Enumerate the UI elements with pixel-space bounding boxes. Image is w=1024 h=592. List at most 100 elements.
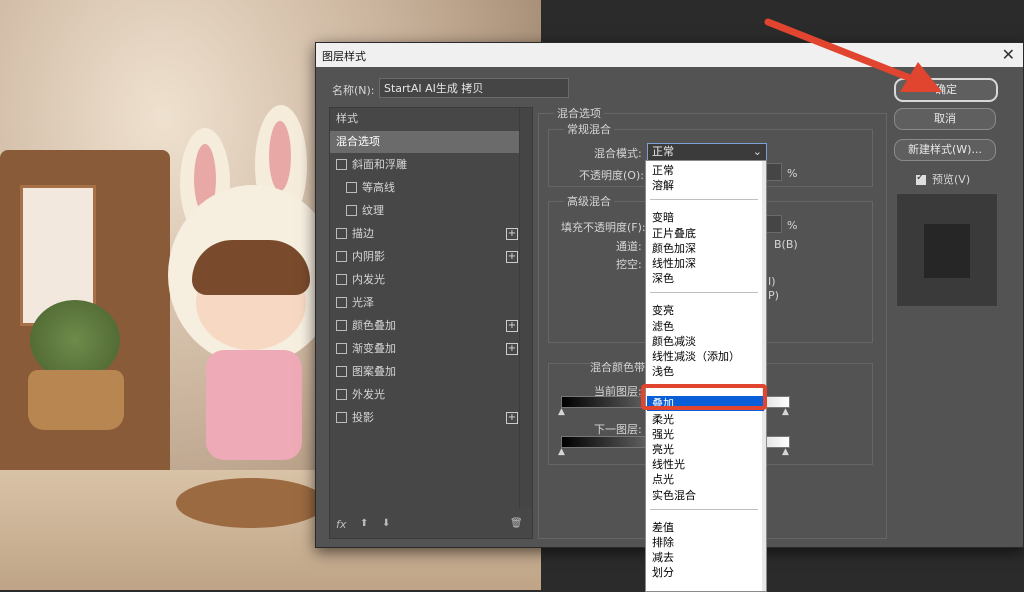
style-item[interactable]: 混合选项	[330, 131, 522, 153]
style-item[interactable]: 等高线	[330, 177, 530, 199]
blend-mode-option[interactable]: 深色	[652, 271, 762, 286]
underlying-right-slider[interactable]: ▲	[782, 447, 789, 457]
style-item-checkbox[interactable]	[336, 250, 347, 262]
style-item-label: 内发光	[352, 273, 385, 286]
add-effect-icon[interactable]: +	[506, 320, 518, 332]
style-item[interactable]: 内阴影 +	[330, 246, 520, 268]
fx-icon[interactable]: fx	[336, 518, 346, 531]
add-effect-icon[interactable]: +	[506, 412, 518, 424]
plant-shape	[30, 300, 120, 380]
checkbox-checked-icon[interactable]	[916, 172, 926, 185]
option-fragment-2: P)	[768, 289, 779, 302]
blend-mode-option[interactable]: 差值	[652, 520, 762, 535]
style-item-checkbox[interactable]	[336, 319, 347, 331]
add-effect-icon[interactable]: +	[506, 251, 518, 263]
name-label: 名称(N):	[332, 84, 375, 97]
style-item-label: 颜色叠加	[352, 319, 396, 332]
dialog-title: 图层样式	[322, 50, 366, 63]
style-preview-thumbnail	[896, 193, 998, 307]
style-item-checkbox[interactable]	[336, 227, 347, 239]
blend-mode-option[interactable]: 滤色	[652, 319, 762, 334]
blend-mode-option[interactable]: 线性减淡（添加）	[652, 349, 762, 364]
option-fragment-1: I)	[768, 275, 776, 288]
fill-opacity-input[interactable]	[766, 215, 782, 233]
underlying-left-slider[interactable]: ▲	[558, 447, 565, 457]
blend-mode-option[interactable]: 正片叠底	[652, 226, 762, 241]
opacity-input[interactable]	[766, 163, 782, 181]
underlying-layer-label: 下一图层:	[594, 423, 642, 436]
style-item-checkbox[interactable]	[336, 342, 347, 354]
style-item-checkbox[interactable]	[336, 388, 347, 400]
style-list-header[interactable]: 样式	[330, 108, 524, 130]
blend-mode-option[interactable]: 强光	[652, 427, 762, 442]
this-layer-right-slider[interactable]: ▲	[782, 407, 789, 417]
style-item[interactable]: 图案叠加	[330, 361, 520, 383]
blend-mode-option[interactable]: 浅色	[652, 364, 762, 379]
channel-b-checkbox[interactable]: B(B)	[774, 238, 798, 251]
fill-opacity-label: 填充不透明度(F):	[561, 221, 646, 234]
style-item[interactable]: 纹理	[330, 200, 530, 222]
style-item[interactable]: 内发光	[330, 269, 520, 291]
blend-mode-option[interactable]: 线性加深	[652, 256, 762, 271]
blend-mode-option[interactable]: 线性光	[652, 457, 762, 472]
blend-mode-option[interactable]: 颜色减淡	[652, 334, 762, 349]
dropdown-separator	[650, 292, 758, 294]
dropdown-scrollbar[interactable]	[762, 161, 766, 591]
style-item-checkbox[interactable]	[336, 158, 347, 170]
blend-mode-option[interactable]: 亮光	[652, 442, 762, 457]
chevron-down-icon: ⌄	[752, 145, 762, 158]
style-item-checkbox[interactable]	[336, 273, 347, 285]
style-item[interactable]: 光泽	[330, 292, 520, 314]
style-item-checkbox[interactable]	[336, 296, 347, 308]
style-item[interactable]: 投影 +	[330, 407, 520, 429]
doll-hair	[192, 240, 310, 295]
move-up-icon[interactable]: ⬆	[360, 518, 368, 529]
preview-checkbox[interactable]: 预览(V)	[916, 171, 970, 187]
style-list-scrollbar[interactable]	[519, 108, 532, 508]
style-item[interactable]: 颜色叠加 +	[330, 315, 520, 337]
pot-shape	[28, 370, 124, 430]
blend-mode-option[interactable]: 柔光	[652, 412, 762, 427]
style-item-checkbox[interactable]	[336, 365, 347, 377]
cancel-button[interactable]: 取消	[894, 108, 996, 130]
trash-icon[interactable]: 🗑	[510, 518, 523, 529]
style-item-label: 图案叠加	[352, 365, 396, 378]
style-item[interactable]: 外发光	[330, 384, 520, 406]
blend-mode-option[interactable]: 溶解	[652, 178, 762, 193]
knockout-label: 挖空:	[616, 258, 642, 271]
blend-mode-option[interactable]: 变亮	[652, 303, 762, 318]
blend-mode-option[interactable]: 排除	[652, 535, 762, 550]
style-item[interactable]: 渐变叠加 +	[330, 338, 520, 360]
style-item[interactable]: 斜面和浮雕	[330, 154, 520, 176]
blend-mode-option[interactable]: 颜色加深	[652, 241, 762, 256]
blend-mode-option[interactable]: 正常	[652, 163, 762, 178]
style-item-label: 投影	[352, 411, 374, 424]
style-item-checkbox[interactable]	[336, 411, 347, 423]
blend-mode-option[interactable]: 实色混合	[652, 488, 762, 503]
style-item-checkbox[interactable]	[346, 204, 357, 216]
blend-mode-option[interactable]: 点光	[652, 472, 762, 487]
blend-mode-option[interactable]: 减去	[652, 550, 762, 565]
name-input[interactable]	[379, 78, 569, 98]
blend-mode-option[interactable]: 划分	[652, 565, 762, 580]
fill-opacity-percent: %	[787, 219, 798, 232]
this-layer-left-slider[interactable]: ▲	[558, 407, 565, 417]
new-style-button[interactable]: 新建样式(W)...	[894, 139, 996, 161]
wood-base	[176, 478, 326, 528]
style-item-checkbox[interactable]	[346, 181, 357, 193]
blend-mode-select[interactable]: 正常 ⌄	[647, 143, 767, 161]
doll-body	[206, 350, 302, 460]
style-item-label: 混合选项	[336, 135, 380, 148]
close-icon[interactable]: ✕	[1002, 45, 1015, 64]
annotation-arrow	[764, 18, 942, 92]
style-item-label: 描边	[352, 227, 374, 240]
style-item-label: 等高线	[362, 181, 395, 194]
add-effect-icon[interactable]: +	[506, 228, 518, 240]
highlight-annotation-box	[641, 384, 767, 410]
style-item[interactable]: 描边 +	[330, 223, 520, 245]
move-down-icon[interactable]: ⬇	[382, 518, 390, 529]
blend-mode-option[interactable]: 变暗	[652, 210, 762, 225]
preview-label: 预览(V)	[932, 173, 971, 186]
add-effect-icon[interactable]: +	[506, 343, 518, 355]
blend-mode-dropdown: 正常 溶解 变暗 正片叠底 颜色加深 线性加深 深色 变亮 滤色 颜色减淡 线性减淡（添加） 浅色 叠加…	[645, 160, 767, 592]
